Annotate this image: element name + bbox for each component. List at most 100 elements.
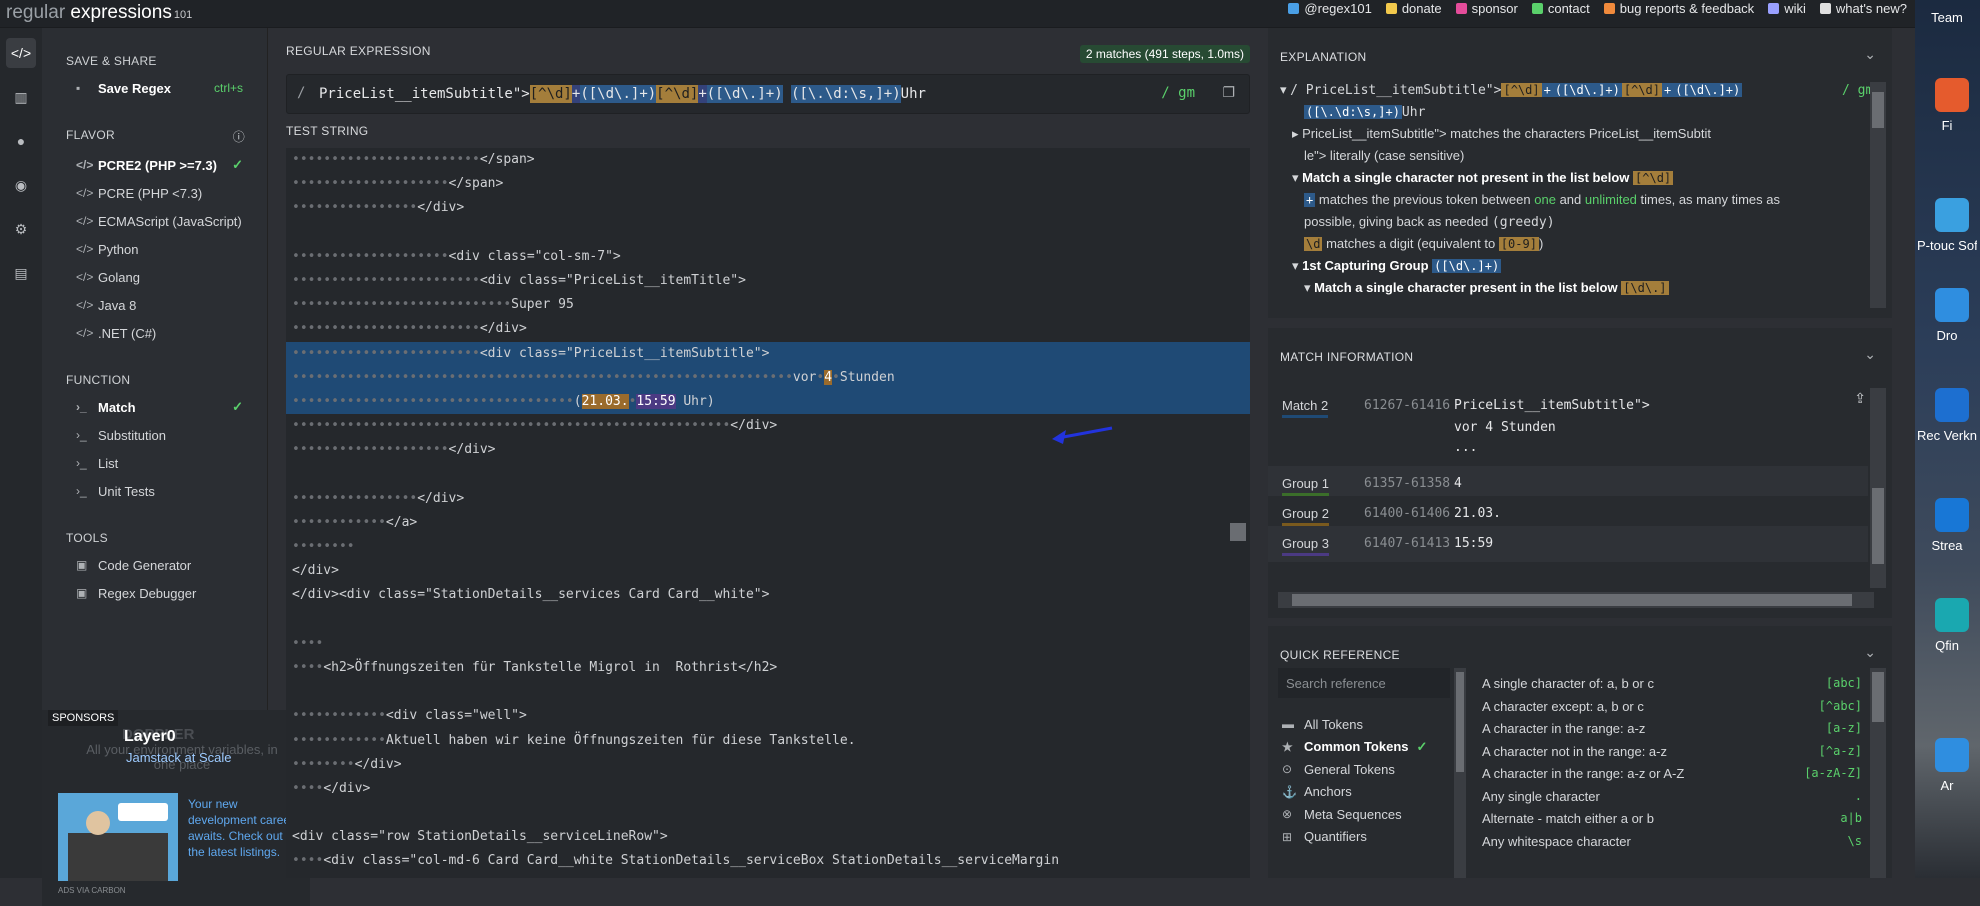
settings-icon[interactable]: ⚙: [6, 214, 36, 244]
categories-scrollbar[interactable]: [1454, 668, 1466, 878]
test-line: ••••••••••••••••</div>: [286, 487, 1250, 511]
line-text: </div>: [417, 490, 465, 506]
code-icon: </>: [76, 242, 94, 256]
desktop-app-label[interactable]: Dro: [1917, 328, 1977, 343]
desktop-app-icon[interactable]: [1935, 288, 1969, 322]
help-icon[interactable]: ⓘ: [233, 128, 245, 145]
code-icon: </>: [76, 186, 94, 200]
reference-item[interactable]: A character in the range: a-z or A-Z [a-z…: [1482, 766, 1862, 781]
toplink-5[interactable]: wiki: [1768, 1, 1806, 16]
item-label: ECMAScript (JavaScript): [98, 213, 242, 229]
desktop-app-icon[interactable]: [1935, 78, 1969, 112]
save-share-heading: SAVE & SHARE: [66, 54, 157, 68]
sidebar-flavors-item-5[interactable]: </> Java 8: [42, 291, 267, 319]
reference-item[interactable]: Any single character.: [1482, 789, 1862, 804]
regex-text[interactable]: PriceList__itemSubtitle">[^\d]+([\d\.]+)…: [319, 85, 926, 103]
desktop-app-label[interactable]: Qfin: [1917, 638, 1977, 653]
user-icon[interactable]: ●: [6, 126, 36, 156]
sidebar-tools_items-item-1[interactable]: ▣ Regex Debugger: [42, 579, 267, 607]
toplink-2[interactable]: sponsor: [1455, 1, 1518, 16]
toplink-0[interactable]: @regex101: [1288, 1, 1372, 16]
chevron-down-icon[interactable]: ⌄: [1864, 46, 1876, 63]
test-line: ••••••••</div>: [286, 753, 1250, 777]
reference-item[interactable]: Alternate - match either a or b a|b: [1482, 811, 1862, 826]
match-info-hscrollbar[interactable]: [1278, 592, 1874, 608]
sidebar-flavors-item-3[interactable]: </> Python: [42, 235, 267, 263]
test-string-editor[interactable]: •••• ••••••••••••••••••••</span> •••••••••…: [286, 148, 1250, 878]
desktop-app-label[interactable]: Fi: [1917, 118, 1977, 133]
logo[interactable]: regular expressions 101: [6, 2, 192, 24]
item-label: Match: [98, 399, 136, 415]
sidebar-flavors-item-6[interactable]: </> .NET (C#): [42, 319, 267, 347]
layer0-ad-title[interactable]: Layer0: [124, 728, 176, 746]
chevron-down-icon[interactable]: ⌄: [1864, 346, 1876, 363]
save-regex-button[interactable]: ▪ Save Regex ctrl+s: [42, 74, 267, 102]
match-info-scrollbar[interactable]: [1870, 388, 1886, 588]
quiz-icon[interactable]: ◉: [6, 170, 36, 200]
reference-item[interactable]: A character not in the range: a-z [^a-z]: [1482, 744, 1862, 759]
copy-icon[interactable]: ❐: [1222, 84, 1235, 101]
reference-item[interactable]: Any whitespace character \s: [1482, 834, 1862, 849]
explanation-heading: EXPLANATION: [1280, 50, 1367, 64]
desktop-app-icon[interactable]: [1935, 198, 1969, 232]
sidebar-flavors-item-1[interactable]: </> PCRE (PHP <7.3): [42, 179, 267, 207]
library-icon[interactable]: ▥: [6, 82, 36, 112]
sidebar-functions-item-3[interactable]: ›_ Unit Tests: [42, 477, 267, 505]
desktop-app-label[interactable]: Rec Verkn: [1917, 428, 1977, 443]
desktop-app-label[interactable]: Team: [1917, 10, 1977, 25]
sidebar-flavors-item-2[interactable]: </> ECMAScript (JavaScript): [42, 207, 267, 235]
check-icon: ✓: [232, 157, 243, 172]
regex-heading: REGULAR EXPRESSION: [286, 44, 431, 58]
reference-item[interactable]: A character except: a, b or c [^abc]: [1482, 699, 1862, 714]
desktop-app-icon[interactable]: [1935, 738, 1969, 772]
sidebar-flavors-item-4[interactable]: </> Golang: [42, 263, 267, 291]
sidebar-functions-item-0[interactable]: ›_ Match ✓: [42, 393, 267, 421]
reference-scrollbar[interactable]: [1870, 668, 1886, 878]
ads-via-carbon[interactable]: ADS VIA CARBON: [58, 886, 126, 895]
test-line: ••••••••••••••••••••••••••••Super 95: [286, 293, 1250, 317]
toplink-1[interactable]: donate: [1385, 1, 1442, 16]
indent: ••••: [292, 659, 324, 675]
desktop-app-icon[interactable]: [1935, 388, 1969, 422]
test-line: ••••••••••••••••••••</span>: [286, 172, 1250, 196]
reference-item[interactable]: A character in the range: a-z [a-z]: [1482, 721, 1862, 736]
quick-reference-heading: QUICK REFERENCE: [1280, 648, 1400, 662]
tool-icon: ▣: [76, 558, 88, 572]
desktop-app-icon[interactable]: [1935, 598, 1969, 632]
toplink-4[interactable]: bug reports & feedback: [1603, 1, 1755, 16]
item-label: Java 8: [98, 297, 137, 313]
reference-category-5[interactable]: ⊞ Quantifiers: [1282, 823, 1452, 851]
search-reference-input[interactable]: Search reference: [1278, 668, 1450, 698]
export-icon[interactable]: ⇪: [1854, 390, 1866, 407]
regex-flags[interactable]: / gm: [1161, 85, 1195, 101]
layer0-ad-subtitle[interactable]: Jamstack at Scale: [126, 750, 232, 765]
sidebar-functions-item-1[interactable]: ›_ Substitution: [42, 421, 267, 449]
explanation-scrollbar[interactable]: [1870, 82, 1886, 308]
test-string-scrollbar[interactable]: [1230, 523, 1246, 541]
desktop-app-label[interactable]: Strea: [1917, 538, 1977, 553]
sidebar-flavors-item-0[interactable]: </> PCRE2 (PHP >=7.3) ✓: [42, 151, 267, 179]
regex-input[interactable]: / PriceList__itemSubtitle">[^\d]+([\d\.]…: [286, 74, 1250, 114]
match-info-row: Match 2 61267-61416 PriceList__itemSubtitl…: [1268, 388, 1868, 455]
sidebar-functions-item-2[interactable]: ›_ List: [42, 449, 267, 477]
desktop-app-icon[interactable]: [1935, 498, 1969, 532]
desktop-app-label[interactable]: Ar: [1917, 778, 1977, 793]
desktop-app-label[interactable]: P-touc Sof: [1917, 238, 1977, 253]
toplink-label: what's new?: [1835, 1, 1907, 16]
indent: ••••••••••••: [292, 708, 386, 724]
test-line: ••••••••••••</a>: [286, 511, 1250, 535]
ad-image[interactable]: [58, 793, 178, 881]
category-label: Common Tokens: [1304, 739, 1409, 754]
sidebar-tools_items-item-0[interactable]: ▣ Code Generator: [42, 551, 267, 579]
toplink-6[interactable]: what's new?: [1819, 1, 1907, 16]
match-info-value: 4: [1454, 476, 1462, 491]
line-text: <div class="PriceList__itemSubtitle">: [479, 345, 770, 361]
toplink-3[interactable]: contact: [1531, 1, 1590, 16]
regex-editor-icon[interactable]: </>: [6, 38, 36, 68]
toplink-label: bug reports & feedback: [1619, 1, 1755, 16]
line-text: <div class="col-md-6 Card Card__white St…: [323, 853, 1060, 869]
test-line: ••••••••••••••••••••••••••••••••••••••••…: [286, 365, 1250, 390]
reference-item[interactable]: A single character of: a, b or c [abc]: [1482, 676, 1862, 691]
chat-icon[interactable]: ▤: [6, 258, 36, 288]
chevron-down-icon[interactable]: ⌄: [1864, 644, 1876, 661]
